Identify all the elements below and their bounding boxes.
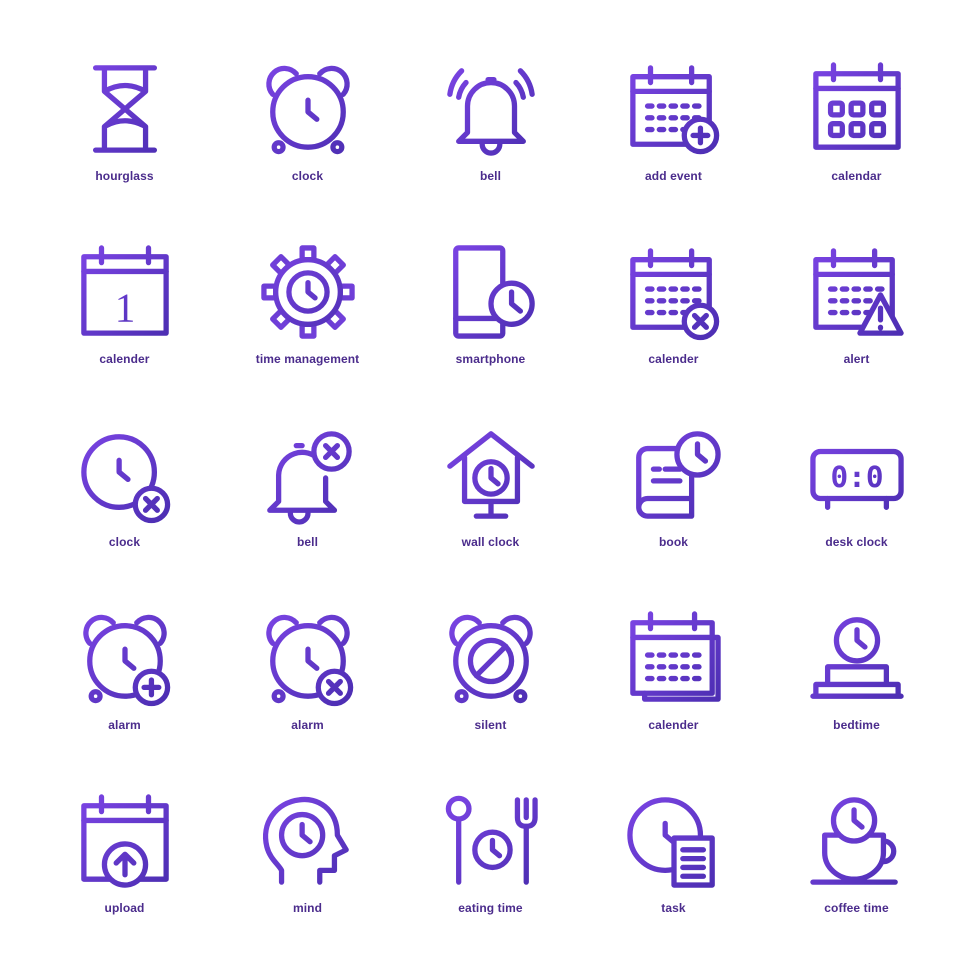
icon-tile: bell — [399, 62, 582, 245]
alarm-clock-icon — [261, 62, 355, 161]
calendar-day-number: 1 — [114, 284, 135, 330]
icon-tile: 1 calender — [33, 245, 216, 428]
icon-label: calender — [99, 352, 150, 366]
icon-label: calender — [648, 352, 699, 366]
icon-label: hourglass — [95, 169, 154, 183]
icon-label: clock — [291, 169, 324, 183]
hourglass-icon — [78, 62, 172, 161]
icon-label: bell — [479, 169, 502, 183]
calendar-add-icon — [627, 62, 721, 161]
calendar-stack-icon — [627, 611, 721, 710]
alarm-add-icon — [78, 611, 172, 710]
icon-tile: clock — [216, 62, 399, 245]
icon-tile: upload — [33, 794, 216, 977]
icon-label: calendar — [831, 169, 882, 183]
icon-tile: alarm — [33, 611, 216, 794]
icon-label: silent — [474, 718, 507, 732]
icon-tile: task — [582, 794, 765, 977]
coffee-time-icon — [809, 794, 904, 893]
icon-label: eating time — [458, 901, 523, 915]
book-clock-icon — [627, 428, 721, 527]
icon-tile: bell — [216, 428, 399, 611]
icon-tile: time management — [216, 245, 399, 428]
clock-remove-icon — [78, 428, 172, 527]
icon-tile: book — [582, 428, 765, 611]
alarm-remove-icon — [261, 611, 355, 710]
icon-tile: calendar — [765, 62, 948, 245]
bedtime-icon — [809, 611, 904, 710]
wall-clock-icon — [444, 428, 538, 527]
calendar-remove-icon — [627, 245, 721, 344]
calendar-upload-icon — [78, 794, 172, 893]
icon-label: bell — [296, 535, 319, 549]
calendar-alert-icon — [810, 245, 904, 344]
icon-tile: wall clock — [399, 428, 582, 611]
icon-tile: coffee time — [765, 794, 948, 977]
icon-tile: mind — [216, 794, 399, 977]
icon-label: alarm — [108, 718, 141, 732]
smartphone-clock-icon — [444, 245, 538, 344]
icon-label: upload — [104, 901, 145, 915]
icon-tile: 0:0 desk clock — [765, 428, 948, 611]
icon-label: desk clock — [825, 535, 888, 549]
icon-label: calender — [648, 718, 699, 732]
calendar-grid-icon — [810, 62, 904, 161]
icon-label: mind — [292, 901, 323, 915]
icon-label: alert — [843, 352, 870, 366]
icon-label: wall clock — [461, 535, 520, 549]
bell-remove-icon — [261, 428, 355, 527]
icon-tile: calender — [582, 611, 765, 794]
icon-label: smartphone — [455, 352, 526, 366]
icon-label: task — [661, 901, 686, 915]
gear-clock-icon — [260, 245, 355, 344]
icon-tile: silent — [399, 611, 582, 794]
eating-time-icon — [444, 794, 538, 893]
desk-clock-icon: 0:0 — [809, 428, 904, 527]
desk-clock-digits: 0:0 — [830, 460, 883, 494]
calendar-day-icon: 1 — [78, 245, 172, 344]
alarm-silent-icon — [444, 611, 538, 710]
icon-label: add event — [645, 169, 702, 183]
ringing-bell-icon — [444, 62, 538, 161]
icon-tile: calender — [582, 245, 765, 428]
icon-tile: bedtime — [765, 611, 948, 794]
icon-tile: smartphone — [399, 245, 582, 428]
icon-tile: eating time — [399, 794, 582, 977]
icon-tile: alarm — [216, 611, 399, 794]
icon-label: book — [658, 535, 689, 549]
icon-tile: hourglass — [33, 62, 216, 245]
icon-tile: alert — [765, 245, 948, 428]
icon-grid: hourglass clock bell add event calendar 1 cale… — [33, 62, 948, 977]
icon-label: clock — [108, 535, 141, 549]
mind-clock-icon — [261, 794, 355, 893]
icon-label: bedtime — [833, 718, 880, 732]
icon-tile: add event — [582, 62, 765, 245]
icon-label: coffee time — [824, 901, 889, 915]
task-clock-icon — [626, 794, 721, 893]
icon-label: time management — [255, 352, 360, 366]
icon-tile: clock — [33, 428, 216, 611]
icon-label: alarm — [291, 718, 324, 732]
